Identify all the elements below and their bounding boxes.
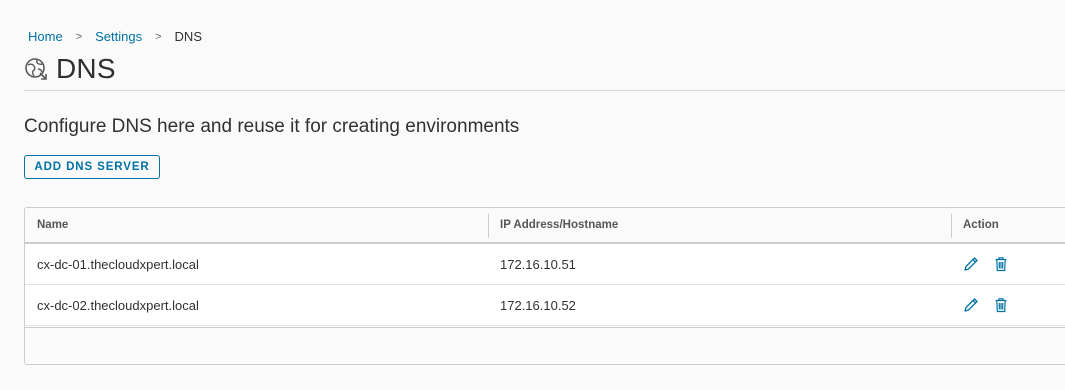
pencil-icon[interactable] [963, 256, 979, 272]
table-row: cx-dc-02.thecloudxpert.local 172.16.10.5… [25, 285, 1065, 326]
row-actions [963, 244, 1009, 284]
column-resize-handle[interactable] [488, 214, 489, 238]
dns-globe-icon [24, 57, 48, 81]
column-header-name[interactable]: Name [37, 208, 68, 242]
column-header-ip[interactable]: IP Address/Hostname [500, 208, 618, 242]
page-description: Configure DNS here and reuse it for crea… [24, 116, 520, 137]
page-title: DNS [56, 53, 116, 84]
column-header-action: Action [963, 219, 999, 231]
breadcrumb-separator: > [75, 30, 83, 43]
breadcrumb-home[interactable]: Home [28, 29, 63, 44]
cell-name: cx-dc-01.thecloudxpert.local [37, 256, 199, 272]
breadcrumb-settings[interactable]: Settings [95, 29, 142, 44]
row-actions [963, 285, 1009, 325]
cell-ip: 172.16.10.52 [500, 297, 576, 313]
pencil-icon[interactable] [963, 297, 979, 313]
title-divider [24, 90, 1065, 91]
breadcrumb: Home > Settings > DNS [28, 29, 202, 44]
table-row: cx-dc-01.thecloudxpert.local 172.16.10.5… [25, 244, 1065, 285]
column-resize-handle[interactable] [951, 214, 952, 238]
datagrid-footer [25, 327, 1065, 364]
page: Home > Settings > DNS DNS Configure DNS … [0, 0, 1065, 390]
trash-icon[interactable] [993, 297, 1009, 313]
cell-ip: 172.16.10.51 [500, 256, 576, 272]
breadcrumb-separator: > [155, 30, 162, 43]
dns-datagrid: Name IP Address/Hostname Action cx-dc-01… [24, 207, 1065, 365]
datagrid-header: Name IP Address/Hostname Action [25, 208, 1065, 244]
breadcrumb-current: DNS [174, 29, 202, 44]
trash-icon[interactable] [993, 256, 1009, 272]
title-row: DNS [24, 53, 116, 85]
cell-name: cx-dc-02.thecloudxpert.local [37, 297, 199, 313]
add-dns-server-button[interactable]: ADD DNS SERVER [24, 155, 160, 179]
